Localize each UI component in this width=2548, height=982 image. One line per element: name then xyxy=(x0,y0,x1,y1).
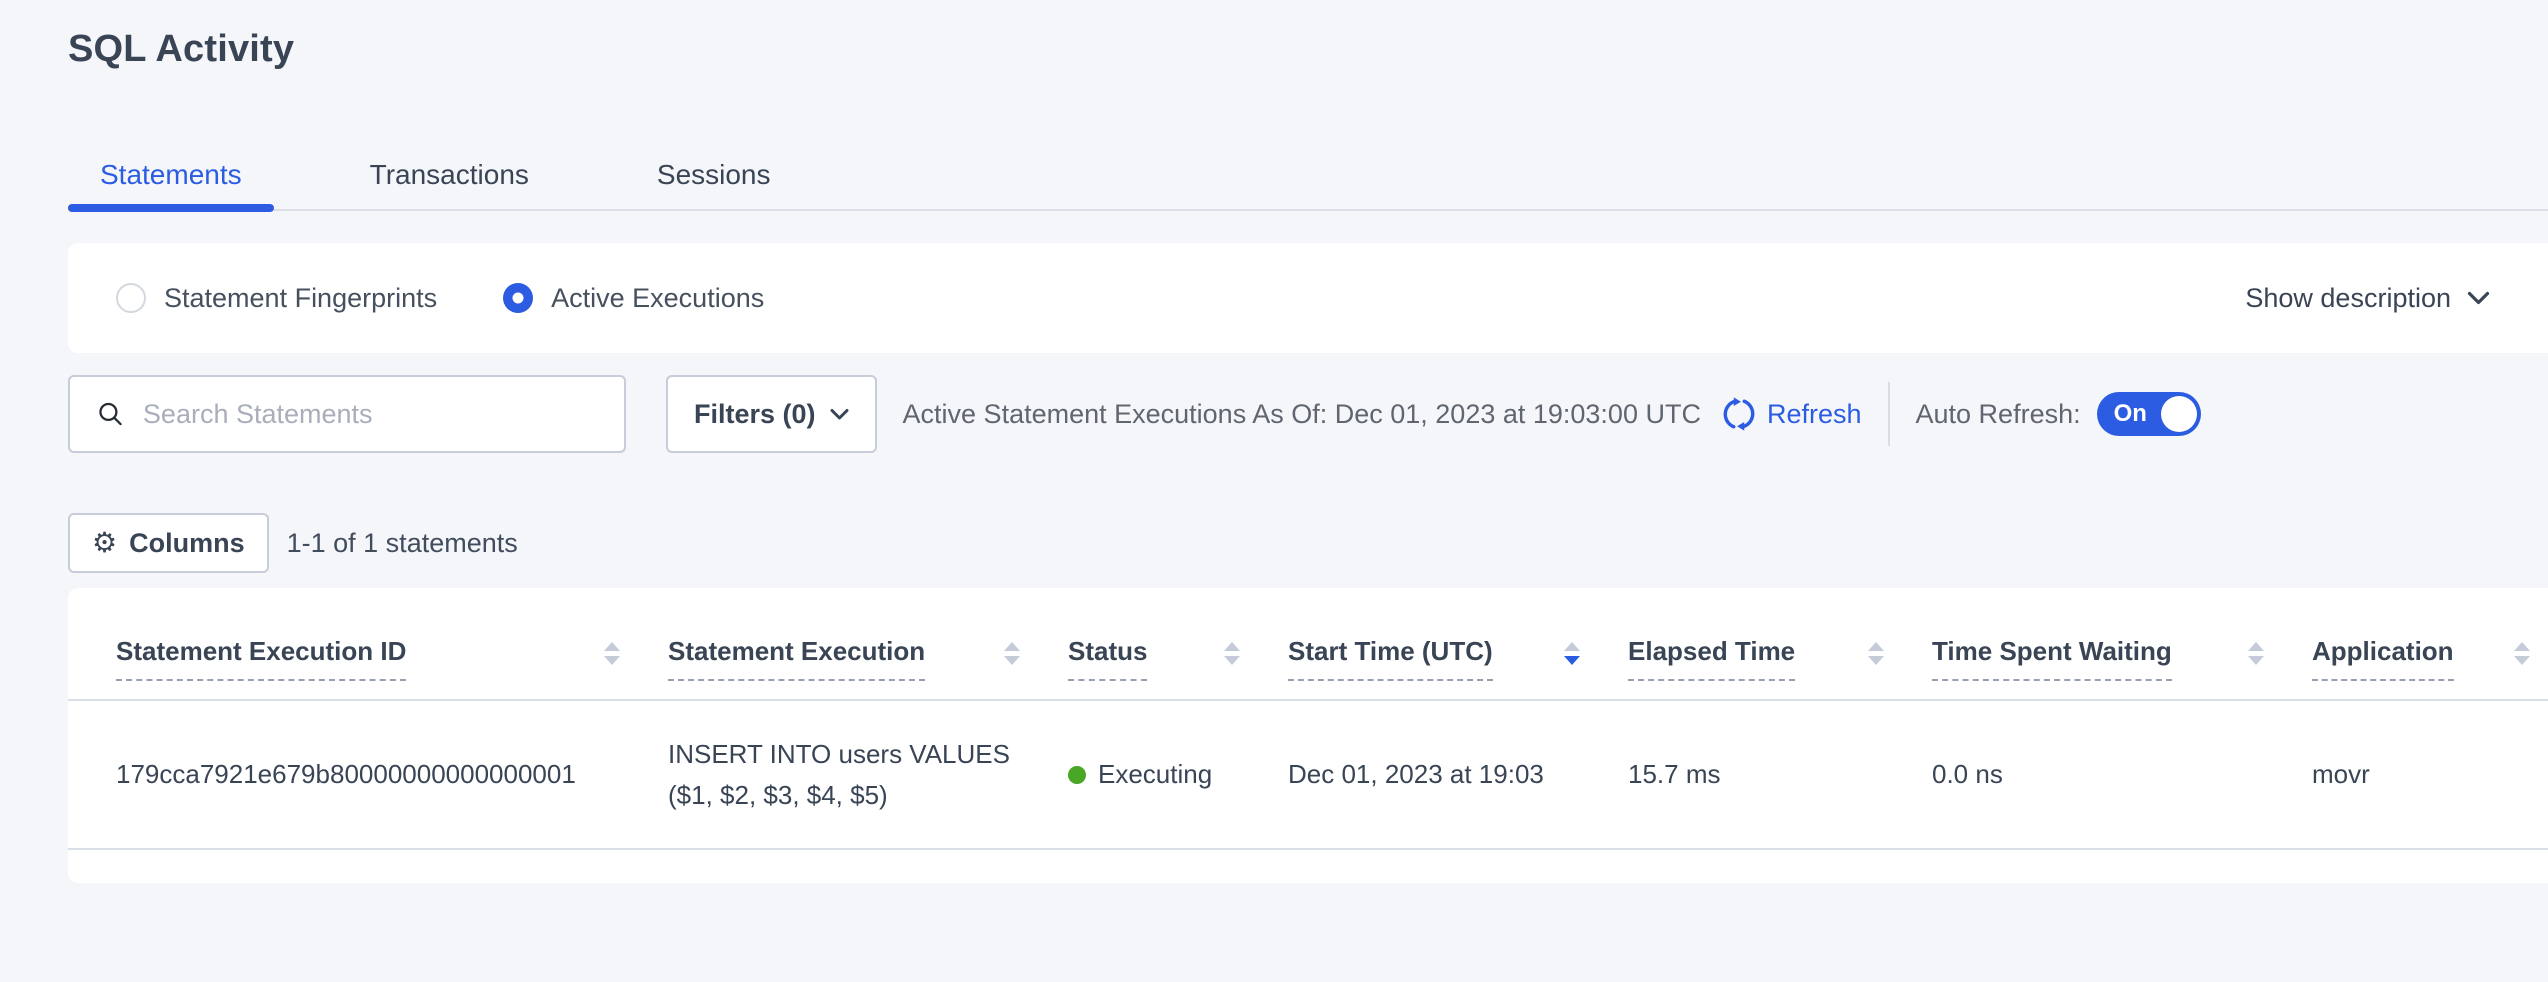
cell-start-time: Dec 01, 2023 at 19:03 xyxy=(1288,759,1628,790)
sort-icon xyxy=(2514,642,2530,665)
column-header-elapsed-time[interactable]: Elapsed Time xyxy=(1628,636,1932,699)
cell-time-spent-waiting: 0.0 ns xyxy=(1932,759,2312,790)
search-input-wrapper[interactable] xyxy=(68,375,626,453)
column-header-statement-execution[interactable]: Statement Execution xyxy=(668,636,1068,699)
cell-application: movr xyxy=(2312,759,2548,790)
tab-transactions[interactable]: Transactions xyxy=(338,138,561,212)
filters-button[interactable]: Filters (0) xyxy=(666,375,877,453)
cell-status: Executing xyxy=(1068,759,1288,790)
tab-label: Sessions xyxy=(657,159,771,191)
refresh-button[interactable]: Refresh xyxy=(1721,396,1862,432)
radio-statement-fingerprints[interactable]: Statement Fingerprints xyxy=(116,283,437,314)
toggle-knob xyxy=(2161,396,2197,432)
cell-execution-id: 179cca7921e679b80000000000000001 xyxy=(116,759,668,790)
statements-table: Statement Execution ID Statement Executi… xyxy=(68,588,2548,883)
columns-label: Columns xyxy=(129,528,245,559)
radio-label: Active Executions xyxy=(551,283,764,314)
tab-bar: Statements Transactions Sessions xyxy=(68,138,803,212)
as-of-text: Active Statement Executions As Of: Dec 0… xyxy=(903,399,1701,430)
search-input[interactable] xyxy=(141,398,604,431)
sort-icon-desc-active xyxy=(1564,642,1580,665)
show-description-toggle[interactable]: Show description xyxy=(2245,283,2490,314)
radio-icon xyxy=(503,283,533,313)
sort-icon xyxy=(604,642,620,665)
table-row[interactable]: 179cca7921e679b80000000000000001 INSERT … xyxy=(68,701,2548,850)
refresh-icon xyxy=(1721,396,1757,432)
sql-activity-page: SQL Activity Statements Transactions Ses… xyxy=(0,0,2548,982)
page-title: SQL Activity xyxy=(68,28,294,71)
sort-icon xyxy=(1868,642,1884,665)
column-header-start-time[interactable]: Start Time (UTC) xyxy=(1288,636,1628,699)
vertical-divider xyxy=(1888,382,1890,446)
tab-sessions[interactable]: Sessions xyxy=(625,138,803,212)
radio-label: Statement Fingerprints xyxy=(164,283,437,314)
tab-label: Transactions xyxy=(370,159,529,191)
sort-icon xyxy=(2248,642,2264,665)
cell-statement[interactable]: INSERT INTO users VALUES ($1, $2, $3, $4… xyxy=(668,734,1068,815)
view-mode-card: Statement Fingerprints Active Executions… xyxy=(68,243,2548,353)
show-description-label: Show description xyxy=(2245,283,2451,314)
gear-icon: ⚙ xyxy=(92,529,117,557)
table-header-row: Statement Execution ID Statement Executi… xyxy=(68,588,2548,701)
status-label: Executing xyxy=(1098,759,1212,790)
status-dot xyxy=(1068,766,1086,784)
chevron-down-icon xyxy=(2467,291,2490,306)
search-icon xyxy=(96,398,125,430)
table-toolbar: ⚙ Columns 1-1 of 1 statements xyxy=(68,513,518,573)
filters-label: Filters (0) xyxy=(694,399,816,430)
refresh-label: Refresh xyxy=(1767,399,1862,430)
tab-label: Statements xyxy=(100,159,242,191)
tab-statements[interactable]: Statements xyxy=(68,138,274,212)
sort-icon xyxy=(1224,642,1240,665)
column-header-time-spent-waiting[interactable]: Time Spent Waiting xyxy=(1932,636,2312,699)
auto-refresh-label: Auto Refresh: xyxy=(1916,399,2081,430)
chevron-down-icon xyxy=(830,408,849,421)
toggle-state-label: On xyxy=(2114,400,2147,428)
auto-refresh-toggle[interactable]: On xyxy=(2097,392,2201,436)
column-header-application[interactable]: Application xyxy=(2312,636,2548,699)
column-header-statement-execution-id[interactable]: Statement Execution ID xyxy=(116,636,668,699)
cell-elapsed-time: 15.7 ms xyxy=(1628,759,1932,790)
controls-row: Filters (0) Active Statement Executions … xyxy=(68,375,2548,453)
sort-icon xyxy=(1004,642,1020,665)
columns-button[interactable]: ⚙ Columns xyxy=(68,513,269,573)
view-mode-radio-group: Statement Fingerprints Active Executions xyxy=(116,283,764,314)
radio-icon xyxy=(116,283,146,313)
radio-active-executions[interactable]: Active Executions xyxy=(503,283,764,314)
result-count: 1-1 of 1 statements xyxy=(287,528,518,559)
column-header-status[interactable]: Status xyxy=(1068,636,1288,699)
